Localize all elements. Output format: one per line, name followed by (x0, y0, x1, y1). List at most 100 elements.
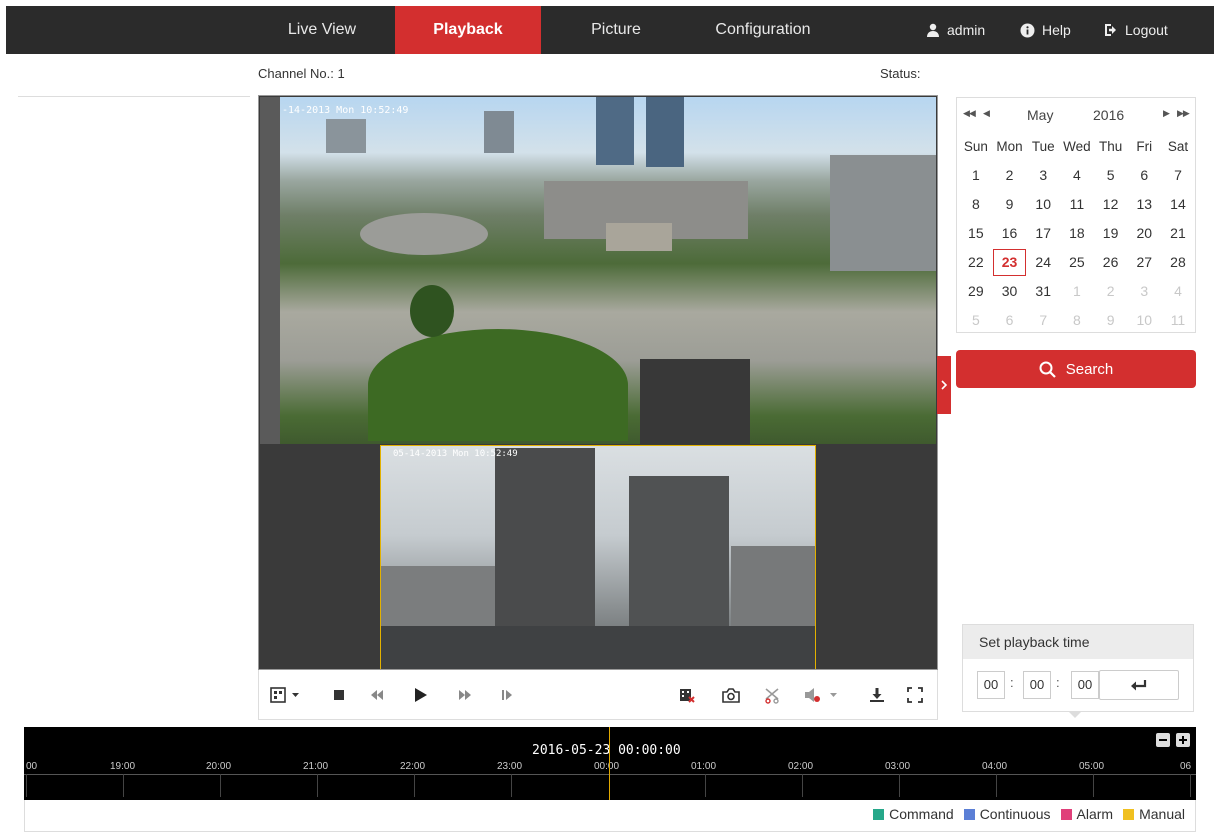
legend-swatch (963, 808, 975, 820)
tab-picture[interactable]: Picture (546, 6, 686, 54)
calendar-day[interactable]: 10 (1026, 190, 1060, 219)
calendar-day[interactable]: 11 (1060, 190, 1094, 219)
calendar-day[interactable]: 25 (1060, 248, 1094, 277)
collapse-panel-toggle[interactable] (937, 356, 951, 414)
play-icon (415, 688, 427, 702)
timeline-tick (802, 774, 803, 797)
calendar-day-other-month[interactable]: 11 (1161, 306, 1195, 335)
time-separator: : (1010, 675, 1014, 690)
logout-link[interactable]: Logout (1104, 6, 1168, 54)
hour-input[interactable]: 00 (977, 671, 1005, 699)
timeline-zoom-in-button[interactable] (1176, 733, 1190, 747)
prev-month-icon[interactable]: ◀ (983, 108, 990, 119)
calendar-day-other-month[interactable]: 8 (1060, 306, 1094, 335)
tab-configuration[interactable]: Configuration (692, 6, 834, 54)
fullscreen-button[interactable] (903, 683, 927, 707)
week-row: 29 30 31 1 2 3 4 (959, 277, 1195, 306)
help-link[interactable]: Help (1020, 6, 1071, 54)
tab-playback[interactable]: Playback (395, 6, 541, 54)
audio-button[interactable] (799, 683, 843, 707)
calendar-day[interactable]: 24 (1026, 248, 1060, 277)
calendar-day-other-month[interactable]: 5 (959, 306, 993, 335)
calendar-day[interactable]: 16 (993, 219, 1027, 248)
slow-forward-button[interactable] (365, 683, 389, 707)
calendar-day[interactable]: 20 (1127, 219, 1161, 248)
search-label: Search (1065, 360, 1114, 378)
calendar-day-other-month[interactable]: 3 (1127, 277, 1161, 306)
calendar-day[interactable]: 3 (1026, 161, 1060, 190)
building-shape (326, 119, 366, 153)
calendar-day[interactable]: 5 (1094, 161, 1128, 190)
timeline-cursor[interactable] (609, 727, 610, 800)
second-input[interactable]: 00 (1071, 671, 1099, 699)
logout-label: Logout (1125, 22, 1168, 38)
digital-zoom-button[interactable] (761, 683, 785, 707)
record-type-legend: Command Continuous Alarm Manual (873, 806, 1185, 822)
set-playback-time-panel: Set playback time 00 : 00 : 00 (962, 624, 1194, 712)
calendar-day-other-month[interactable]: 10 (1127, 306, 1161, 335)
calendar-day[interactable]: 28 (1161, 248, 1195, 277)
calendar-day-other-month[interactable]: 9 (1094, 306, 1128, 335)
timeline-zoom-out-button[interactable] (1156, 733, 1170, 747)
download-icon (870, 688, 884, 702)
calendar-day[interactable]: 27 (1127, 248, 1161, 277)
zoomed-sub-view[interactable]: 05-14-2013 Mon 10:52:49 (380, 445, 816, 669)
playback-timeline[interactable]: 2016-05-23 00:00:00 00 19:00 20:00 21:00… (24, 727, 1196, 800)
legend-swatch (1060, 808, 1072, 820)
calendar-day[interactable]: 31 (1026, 277, 1060, 306)
user-menu[interactable]: admin (926, 6, 985, 54)
calendar-day[interactable]: 26 (1094, 248, 1128, 277)
minute-input[interactable]: 00 (1023, 671, 1051, 699)
calendar-day[interactable]: 30 (993, 277, 1027, 306)
calendar-day-other-month[interactable]: 4 (1161, 277, 1195, 306)
calendar-day[interactable]: 18 (1060, 219, 1094, 248)
search-button[interactable]: Search (956, 350, 1196, 388)
camera-icon (722, 687, 740, 703)
next-year-icon[interactable]: ▶▶ (1177, 108, 1190, 119)
stop-button[interactable] (327, 683, 351, 707)
calendar-day[interactable]: 14 (1161, 190, 1195, 219)
calendar-day[interactable]: 17 (1026, 219, 1060, 248)
fisheye-panorama-view[interactable]: -14-2013 Mon 10:52:49 (260, 97, 936, 444)
timeline-tick (899, 774, 900, 797)
calendar-day[interactable]: 12 (1094, 190, 1128, 219)
tooltip-pointer (1068, 711, 1082, 718)
tab-live-view[interactable]: Live View (256, 6, 388, 54)
clip-button[interactable] (675, 683, 699, 707)
play-button[interactable] (409, 683, 433, 707)
capture-button[interactable] (719, 683, 743, 707)
calendar-day[interactable]: 29 (959, 277, 993, 306)
timeline-tick (414, 774, 415, 797)
calendar-day[interactable]: 15 (959, 219, 993, 248)
calendar-day[interactable]: 4 (1060, 161, 1094, 190)
calendar-day[interactable]: 6 (1127, 161, 1161, 190)
calendar-day[interactable]: 9 (993, 190, 1027, 219)
fast-forward-button[interactable] (453, 683, 477, 707)
calendar-day[interactable]: 13 (1127, 190, 1161, 219)
calendar-day-other-month[interactable]: 2 (1094, 277, 1128, 306)
calendar-day-other-month[interactable]: 1 (1060, 277, 1094, 306)
prev-year-icon[interactable]: ◀◀ (963, 108, 976, 119)
calendar-day[interactable]: 22 (959, 248, 993, 277)
solar-panel-shape (640, 359, 750, 444)
window-layout-button[interactable] (265, 683, 305, 707)
video-playback-window[interactable]: -14-2013 Mon 10:52:49 05-14-2013 Mon 10:… (258, 95, 938, 670)
calendar-day[interactable]: 19 (1094, 219, 1128, 248)
calendar-day[interactable]: 1 (959, 161, 993, 190)
timeline-tick (705, 774, 706, 797)
download-button[interactable] (865, 683, 889, 707)
date-calendar: ◀◀ ◀ May 2016 ▶ ▶▶ Sun Mon Tue Wed Thu F… (956, 97, 1196, 333)
status-label: Status: (880, 66, 921, 81)
calendar-day[interactable]: 8 (959, 190, 993, 219)
apply-time-button[interactable] (1099, 670, 1179, 700)
calendar-day[interactable]: 2 (993, 161, 1027, 190)
calendar-day-selected[interactable]: 23 (992, 249, 1027, 276)
calendar-day-other-month[interactable]: 6 (993, 306, 1027, 335)
frame-step-button[interactable] (495, 683, 519, 707)
next-month-icon[interactable]: ▶ (1163, 108, 1170, 119)
plus-icon (1179, 736, 1187, 744)
calendar-day[interactable]: 7 (1161, 161, 1195, 190)
stop-icon (334, 690, 344, 700)
calendar-day[interactable]: 21 (1161, 219, 1195, 248)
calendar-day-other-month[interactable]: 7 (1026, 306, 1060, 335)
